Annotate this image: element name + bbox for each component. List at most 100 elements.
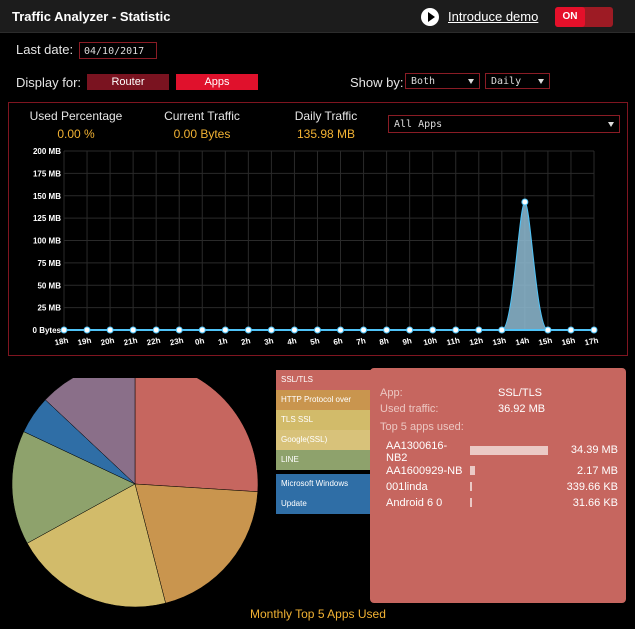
used-traffic-label: Used traffic: (380, 403, 439, 415)
display-for-label: Display for: (16, 75, 82, 90)
app-filter-select[interactable]: All Apps (388, 115, 620, 133)
page-title: Traffic Analyzer - Statistic (12, 9, 171, 24)
used-traffic-value: 36.92 MB (498, 403, 546, 415)
app-label: App: (380, 387, 403, 399)
x-tick-label: 7h (356, 336, 367, 347)
data-point (521, 198, 529, 206)
traffic-analyzer-toggle[interactable]: ON (555, 7, 613, 27)
app-value: SSL/TLS (498, 387, 543, 399)
x-tick-label: 9h (402, 336, 413, 347)
user-usage-bar (470, 482, 472, 491)
x-tick-label: 15h (538, 336, 553, 348)
legend-item-update[interactable]: Update (276, 494, 372, 514)
data-point (475, 326, 483, 334)
user-name-cont: NB2 (386, 452, 408, 464)
data-point (360, 326, 368, 334)
data-point (175, 326, 183, 334)
x-tick-label: 3h (263, 336, 274, 347)
data-point (221, 326, 229, 334)
data-point (313, 326, 321, 334)
data-point (383, 326, 391, 334)
toggle-on-label: ON (555, 7, 585, 27)
app-filter-value: All Apps (394, 119, 443, 130)
legend-item-line[interactable]: LINE (276, 450, 372, 470)
traffic-analyzer-window: { "header": { "title": "Traffic Analyzer… (0, 0, 635, 629)
introduce-demo-link[interactable]: Introduce demo (448, 9, 538, 24)
y-tick-label: 50 MB (37, 281, 61, 290)
user-name: AA1600929-NB (386, 465, 463, 477)
show-by-value: Both (411, 76, 436, 87)
x-tick-label: 4h (286, 336, 297, 347)
used-percentage-value: 0.00 % (57, 127, 95, 141)
data-point (129, 326, 137, 334)
user-amount: 34.39 MB (570, 444, 618, 456)
daily-traffic-label: Daily Traffic (294, 109, 358, 123)
hourly-traffic-chart: 0 Bytes 25 MB 50 MB 75 MB 100 MB 125 MB 150 MB… (33, 147, 600, 348)
dropdown-arrow-icon (608, 122, 614, 127)
data-point (429, 326, 437, 334)
y-tick-label: 100 MB (33, 237, 61, 246)
user-usage-bar (470, 446, 548, 455)
x-tick-label: 12h (469, 336, 484, 348)
data-point (567, 326, 575, 334)
x-tick-label: 6h (332, 336, 343, 347)
legend-item-tls-ssl[interactable]: TLS SSL (276, 410, 372, 430)
data-point (337, 326, 345, 334)
last-date-field[interactable]: 04/10/2017 (79, 42, 157, 59)
pie-caption: Monthly Top 5 Apps Used (250, 607, 386, 621)
data-point (544, 326, 552, 334)
last-date-label: Last date: (16, 42, 74, 57)
user-usage-bar (470, 498, 472, 507)
top-users-label: Top 5 apps used: (380, 421, 464, 433)
y-tick-label: 175 MB (33, 169, 61, 178)
data-point (290, 326, 298, 334)
monthly-apps-pie-chart (11, 378, 259, 608)
x-tick-label: 18h (54, 336, 69, 348)
x-tick-label: 21h (123, 336, 138, 348)
y-tick-label: 25 MB (37, 304, 61, 313)
show-by-select[interactable]: Both (405, 73, 480, 89)
x-tick-label: 0h (194, 336, 205, 347)
data-point (83, 326, 91, 334)
current-traffic-value: 0.00 Bytes (173, 127, 231, 141)
y-tick-label: 75 MB (37, 259, 61, 268)
user-amount: 31.66 KB (572, 497, 618, 509)
apps-button[interactable]: Apps (176, 74, 258, 90)
x-tick-label: 1h (217, 336, 228, 347)
x-tick-label: 5h (309, 336, 320, 347)
data-point (60, 326, 68, 334)
router-button[interactable]: Router (87, 74, 169, 90)
play-icon[interactable] (421, 8, 439, 26)
x-tick-label: 14h (515, 336, 530, 348)
period-select[interactable]: Daily (485, 73, 550, 89)
period-value: Daily (491, 76, 522, 87)
y-tick-label: 0 Bytes (33, 326, 62, 335)
x-tick-label: 22h (146, 336, 161, 348)
x-tick-label: 20h (100, 336, 115, 348)
used-percentage-label: Used Percentage (29, 109, 123, 123)
legend-item-windows-update[interactable]: Microsoft Windows (276, 474, 372, 494)
data-point (152, 326, 160, 334)
x-tick-label: 2h (240, 336, 251, 347)
y-tick-label: 125 MB (33, 214, 61, 223)
data-point (244, 326, 252, 334)
user-amount: 2.17 MB (577, 465, 618, 477)
legend-item-http[interactable]: HTTP Protocol over (276, 390, 372, 410)
legend-item-google-ssl[interactable]: Google(SSL) (276, 430, 372, 450)
x-tick-label: 17h (584, 336, 599, 348)
user-name: AA1300616- (386, 440, 448, 452)
data-point (452, 326, 460, 334)
x-tick-label: 8h (379, 336, 390, 347)
data-point (267, 326, 275, 334)
data-point (406, 326, 414, 334)
user-name: 001linda (386, 481, 428, 493)
x-tick-label: 10h (422, 336, 437, 348)
legend-item-ssl-tls[interactable]: SSL/TLS (276, 370, 372, 390)
x-tick-label: 19h (77, 336, 92, 348)
dropdown-arrow-icon (538, 79, 544, 84)
dropdown-arrow-icon (468, 79, 474, 84)
x-tick-label: 23h (169, 336, 184, 348)
data-point (198, 326, 206, 334)
user-usage-bar (470, 466, 475, 475)
user-amount: 339.66 KB (566, 481, 618, 493)
